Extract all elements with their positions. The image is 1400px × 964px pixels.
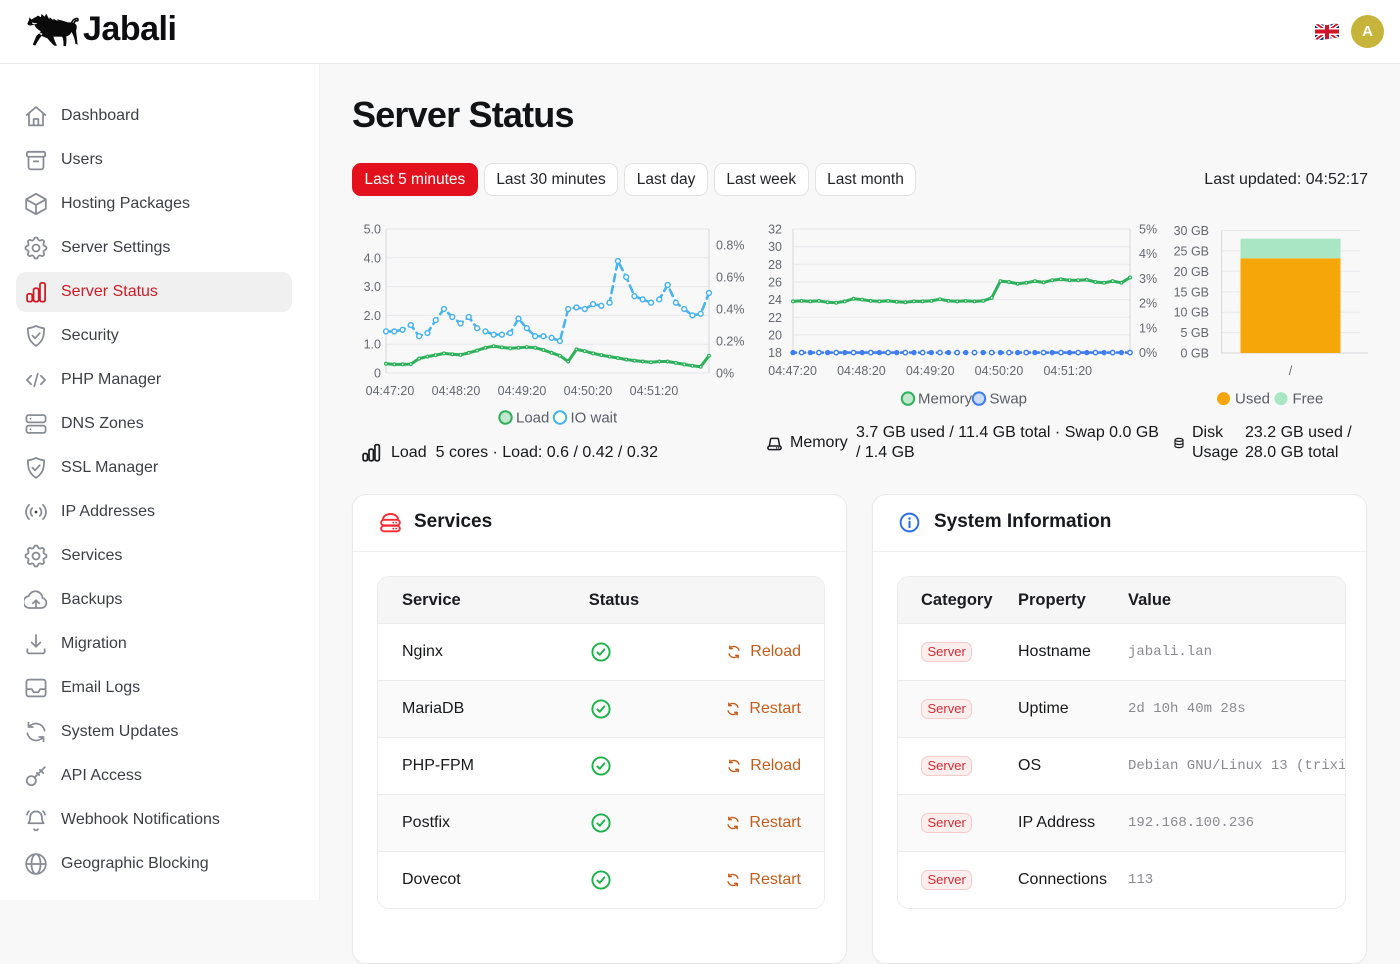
svg-text:25 GB: 25 GB xyxy=(1174,244,1209,258)
svg-text:20 GB: 20 GB xyxy=(1174,265,1209,279)
svg-text:20: 20 xyxy=(768,328,782,342)
svg-text:04:48:20: 04:48:20 xyxy=(432,384,481,398)
svg-text:0: 0 xyxy=(374,367,381,381)
svg-text:5%: 5% xyxy=(1139,223,1157,237)
svg-text:1%: 1% xyxy=(1139,321,1157,335)
svg-text:2%: 2% xyxy=(1139,297,1157,311)
svg-text:04:49:20: 04:49:20 xyxy=(498,384,547,398)
svg-text:5.0: 5.0 xyxy=(364,223,381,237)
svg-text:04:48:20: 04:48:20 xyxy=(837,364,886,378)
svg-text:Free: Free xyxy=(1293,391,1324,408)
svg-text:3%: 3% xyxy=(1139,272,1157,286)
svg-text:04:50:20: 04:50:20 xyxy=(975,364,1024,378)
svg-text:0.6%: 0.6% xyxy=(716,271,745,285)
svg-text:Used: Used xyxy=(1235,391,1270,408)
svg-text:24: 24 xyxy=(768,293,782,307)
svg-text:04:47:20: 04:47:20 xyxy=(768,364,817,378)
svg-text:30: 30 xyxy=(768,240,782,254)
svg-text:4.0: 4.0 xyxy=(364,251,381,265)
svg-text:3.0: 3.0 xyxy=(364,280,381,294)
svg-text:04:50:20: 04:50:20 xyxy=(564,384,613,398)
svg-text:04:47:20: 04:47:20 xyxy=(366,384,415,398)
svg-text:Load: Load xyxy=(516,410,549,427)
svg-text:1.0: 1.0 xyxy=(364,338,381,352)
svg-text:32: 32 xyxy=(768,223,782,237)
svg-text:04:51:20: 04:51:20 xyxy=(1043,364,1092,378)
svg-text:28: 28 xyxy=(768,258,782,272)
svg-text:10 GB: 10 GB xyxy=(1174,306,1209,320)
svg-text:0%: 0% xyxy=(716,367,734,381)
svg-text:5 GB: 5 GB xyxy=(1181,326,1210,340)
svg-text:IO wait: IO wait xyxy=(571,410,619,427)
svg-text:22: 22 xyxy=(768,311,782,325)
svg-text:0.4%: 0.4% xyxy=(716,303,745,317)
svg-text:30 GB: 30 GB xyxy=(1174,224,1209,238)
svg-text:0.2%: 0.2% xyxy=(716,335,745,349)
svg-text:04:49:20: 04:49:20 xyxy=(906,364,955,378)
svg-text:18: 18 xyxy=(768,346,782,360)
svg-text:Memory: Memory xyxy=(918,391,973,408)
svg-text:4%: 4% xyxy=(1139,247,1157,261)
svg-text:15 GB: 15 GB xyxy=(1174,285,1209,299)
svg-text:04:51:20: 04:51:20 xyxy=(630,384,679,398)
svg-text:0 GB: 0 GB xyxy=(1181,347,1210,361)
svg-text:26: 26 xyxy=(768,275,782,289)
svg-text:0%: 0% xyxy=(1139,346,1157,360)
svg-text:0.8%: 0.8% xyxy=(716,239,745,253)
svg-text:Swap: Swap xyxy=(990,391,1028,408)
svg-text:/: / xyxy=(1289,364,1293,378)
svg-text:2.0: 2.0 xyxy=(364,309,381,323)
